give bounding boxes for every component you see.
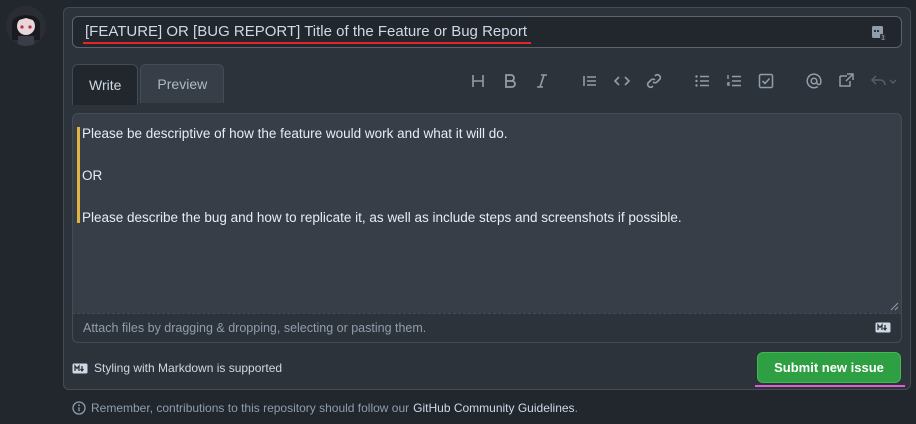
issue-title-value: [FEATURE] OR [BUG REPORT] Title of the F… [85, 23, 528, 40]
tab-preview[interactable]: Preview [140, 64, 225, 103]
link-icon[interactable] [645, 72, 663, 90]
guidelines-notice: Remember, contributions to this reposito… [72, 401, 578, 415]
body-line: OR [82, 168, 103, 183]
tab-write[interactable]: Write [72, 64, 139, 105]
avatar[interactable] [6, 6, 46, 46]
issue-body-textarea[interactable]: Please be descriptive of how the feature… [72, 113, 902, 313]
bold-icon[interactable] [501, 72, 519, 90]
resize-handle-icon[interactable] [889, 301, 899, 311]
reply-icon[interactable] [869, 72, 899, 90]
markdown-supported-text: Styling with Markdown is supported [94, 361, 283, 375]
attach-files-bar[interactable]: Attach files by dragging & dropping, sel… [72, 313, 902, 343]
attach-files-text: Attach files by dragging & dropping, sel… [83, 321, 427, 335]
task-list-icon[interactable] [757, 72, 775, 90]
submit-new-issue-button[interactable]: Submit new issue [757, 352, 901, 383]
italic-icon[interactable] [533, 72, 551, 90]
title-annotation-underline [83, 42, 531, 44]
community-guidelines-link[interactable]: GitHub Community Guidelines [413, 401, 574, 415]
saved-replies-icon[interactable]: 1 [871, 25, 887, 41]
submit-annotation-underline [755, 385, 905, 387]
code-icon[interactable] [613, 72, 631, 90]
markdown-icon [875, 322, 891, 333]
guidelines-text: Remember, contributions to this reposito… [91, 401, 410, 415]
mention-icon[interactable] [805, 72, 823, 90]
numbered-list-icon[interactable] [725, 72, 743, 90]
body-line: Please describe the bug and how to repli… [82, 210, 682, 225]
issue-title-input[interactable]: [FEATURE] OR [BUG REPORT] Title of the F… [72, 16, 902, 48]
quote-icon[interactable] [581, 72, 599, 90]
editor-tabs: Write Preview [72, 64, 226, 105]
cross-reference-icon[interactable] [837, 72, 855, 90]
quote-bar [77, 127, 80, 223]
markdown-icon [72, 363, 88, 373]
info-icon [72, 401, 86, 415]
bulleted-list-icon[interactable] [693, 72, 711, 90]
body-line: Please be descriptive of how the feature… [82, 126, 508, 141]
markdown-supported[interactable]: Styling with Markdown is supported [72, 361, 282, 375]
heading-icon[interactable] [469, 72, 487, 90]
